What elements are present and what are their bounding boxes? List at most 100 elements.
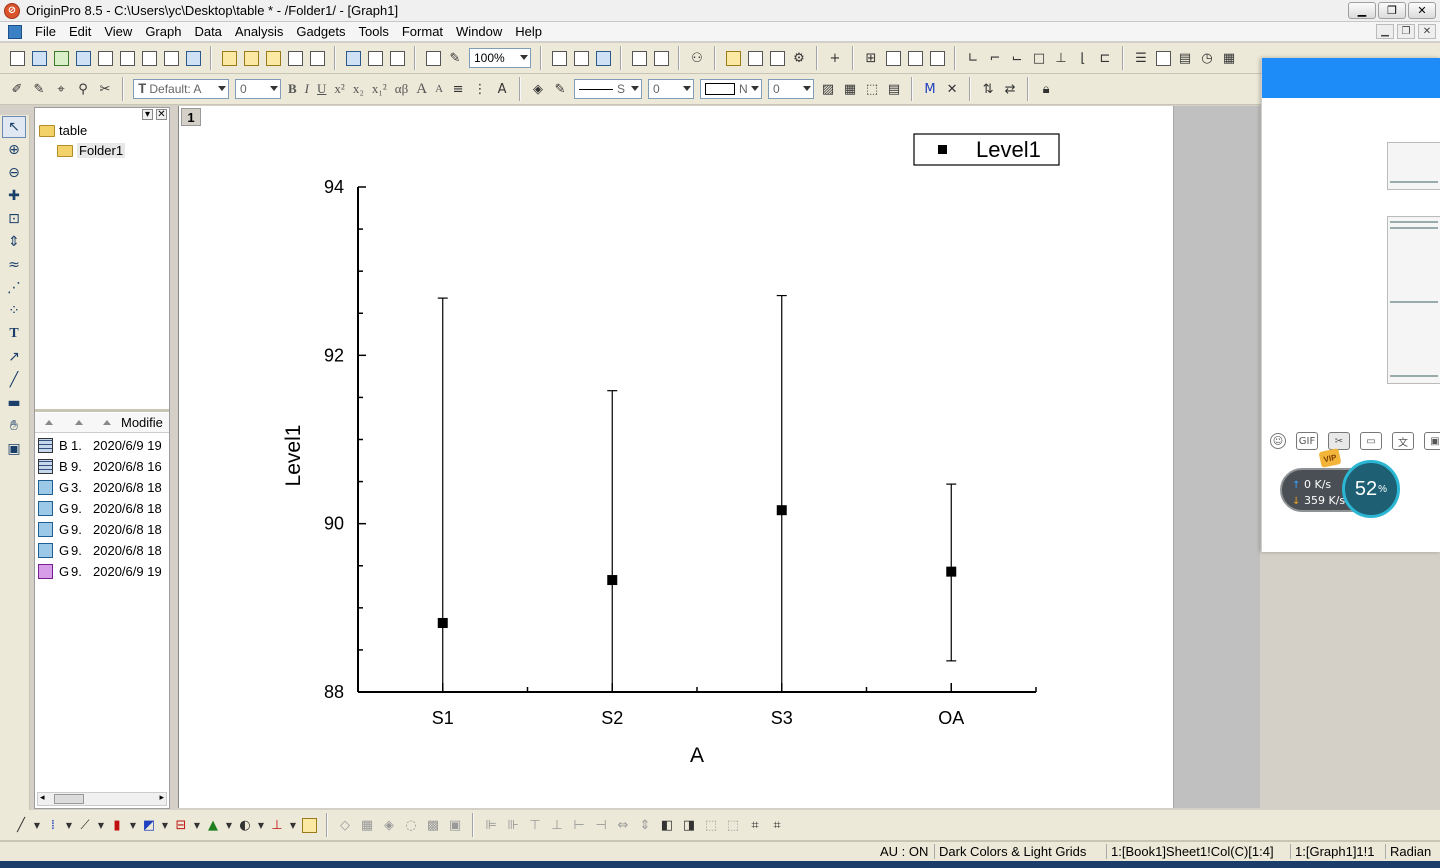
template-library-icon[interactable] <box>298 814 320 836</box>
emoji-icon[interactable]: ☺ <box>1270 433 1286 449</box>
draw-data-icon[interactable]: ✐ <box>6 78 28 100</box>
axis-offset-icon[interactable]: ⌊ <box>1072 47 1094 69</box>
new-script-icon[interactable] <box>182 47 204 69</box>
line-plot-icon[interactable]: ╱ <box>10 814 32 836</box>
merge-graph-icon[interactable] <box>904 47 926 69</box>
menu-gadgets[interactable]: Gadgets <box>291 24 353 39</box>
table-icon[interactable]: ▦ <box>1218 47 1240 69</box>
explorer-close-icon[interactable]: ✕ <box>156 109 167 120</box>
menu-help[interactable]: Help <box>510 24 550 39</box>
screen-reader-tool-icon[interactable]: ⊡ <box>2 208 26 230</box>
file-list-row[interactable]: G 9. 2020/6/9 19 <box>38 561 170 582</box>
font-select[interactable]: 𝐓 Default: A <box>133 79 229 99</box>
subscript-button[interactable]: x₂ <box>349 81 368 97</box>
project-explorer-icon[interactable]: ⚇ <box>686 47 708 69</box>
child-close-button[interactable]: ✕ <box>1418 24 1436 39</box>
menu-graph[interactable]: Graph <box>140 24 189 39</box>
fixed-aspect-icon[interactable]: ⌗ <box>744 814 766 836</box>
recalculate-icon[interactable] <box>422 47 444 69</box>
polar-plot-icon[interactable]: ◐ <box>234 814 256 836</box>
status-theme[interactable]: Dark Colors & Light Grids <box>934 844 1090 859</box>
modified-column-header[interactable]: Modifie <box>121 415 163 430</box>
draw-data-tool-icon[interactable]: ≈ <box>2 254 26 276</box>
thumbnail-2[interactable] <box>1387 216 1440 384</box>
explorer-pin-icon[interactable]: ▾ <box>142 109 153 120</box>
dropdown-arrow-icon[interactable]: ▼ <box>192 814 202 836</box>
unmask-icon[interactable]: ✕ <box>941 78 963 100</box>
line-symbol-plot-icon[interactable]: ⟋ <box>74 814 96 836</box>
new-project-icon[interactable] <box>6 47 28 69</box>
sort-name-icon[interactable] <box>45 420 53 425</box>
open-template-icon[interactable] <box>240 47 262 69</box>
line-width-select[interactable]: 0 <box>648 79 695 99</box>
results-log-icon[interactable] <box>722 47 744 69</box>
arrow-tool-icon[interactable]: ↗ <box>2 346 26 368</box>
bold-button[interactable]: B <box>284 81 301 97</box>
move-data-icon[interactable]: ⇅ <box>977 78 999 100</box>
new-excel-icon[interactable] <box>50 47 72 69</box>
file-list-row[interactable]: G 3. 2020/6/8 18 <box>38 477 170 498</box>
font-size-select[interactable]: 0 <box>235 79 281 99</box>
data-reader-tool-icon[interactable]: ✚ <box>2 185 26 207</box>
batch-icon[interactable]: ✎ <box>444 47 466 69</box>
date-time-icon[interactable]: ◷ <box>1196 47 1218 69</box>
import-wizard-icon[interactable] <box>342 47 364 69</box>
copy-page-icon[interactable] <box>570 47 592 69</box>
menu-view[interactable]: View <box>99 24 140 39</box>
line-tool-icon[interactable]: ╱ <box>2 369 26 391</box>
scroll-left-icon[interactable]: ◂ <box>40 793 45 803</box>
insert-graph-icon[interactable]: ▣ <box>2 438 26 460</box>
column-plot-icon[interactable]: ▮ <box>106 814 128 836</box>
status-angle[interactable]: Radian <box>1385 844 1435 859</box>
child-restore-button[interactable]: ❐ <box>1397 24 1415 39</box>
dropdown-arrow-icon[interactable]: ▼ <box>256 814 266 836</box>
decrease-font-button[interactable]: A <box>431 83 447 95</box>
menu-tools[interactable]: Tools <box>354 24 397 39</box>
save-icon[interactable] <box>284 47 306 69</box>
contour-plot-icon[interactable]: ▲ <box>202 814 224 836</box>
translate-icon[interactable]: 文 <box>1392 432 1414 450</box>
file-list-row[interactable]: G 9. 2020/6/8 18 <box>38 540 170 561</box>
code-builder-icon[interactable] <box>628 47 650 69</box>
folder-open-icon[interactable]: ▭ <box>1360 432 1382 450</box>
menu-window[interactable]: Window <box>451 24 510 39</box>
notes-window-icon[interactable] <box>766 47 788 69</box>
supersubscript-button[interactable]: x₁² <box>368 81 391 97</box>
axis-cross-icon[interactable]: ⊥ <box>1050 47 1072 69</box>
italic-button[interactable]: I <box>301 81 313 97</box>
new-layout-icon[interactable] <box>138 47 160 69</box>
scissors-icon[interactable]: ✂ <box>1328 432 1350 450</box>
resize-layer-icon[interactable]: ⌗ <box>766 814 788 836</box>
file-list-row[interactable]: B 9. 2020/6/8 16 <box>38 456 170 477</box>
import-multiple-ascii-icon[interactable] <box>386 47 408 69</box>
align-left-icon[interactable]: ≡ <box>447 78 469 100</box>
dropdown-arrow-icon[interactable]: ▼ <box>224 814 234 836</box>
mask-points-icon[interactable]: ⁘ <box>2 300 26 322</box>
axis-bottom-icon[interactable]: ∟ <box>962 47 984 69</box>
restore-button[interactable]: ❐ <box>1378 2 1406 19</box>
new-workbook-icon[interactable] <box>28 47 50 69</box>
stock-plot-icon[interactable]: ⊥ <box>266 814 288 836</box>
add-layer-icon[interactable]: + <box>824 47 846 69</box>
region-tool-icon[interactable]: ⋰ <box>2 277 26 299</box>
scrollbar-thumb[interactable] <box>54 794 84 804</box>
data-selector-icon[interactable]: ⚲ <box>72 78 94 100</box>
sort-modified-icon[interactable] <box>103 420 111 425</box>
dropdown-arrow-icon[interactable]: ▼ <box>288 814 298 836</box>
box-chart-icon[interactable]: ⊟ <box>170 814 192 836</box>
file-list-row[interactable]: G 9. 2020/6/8 18 <box>38 498 170 519</box>
pattern-width-select[interactable]: 0 <box>768 79 815 99</box>
script-window-icon[interactable] <box>650 47 672 69</box>
file-list-row[interactable]: B 1. 2020/6/9 19 <box>38 435 170 456</box>
chart[interactable]: 88 90 92 94 S1 S2 S3 OA A Level1 Level1 <box>179 106 1174 808</box>
zoom-select[interactable]: 100% <box>469 48 531 68</box>
back-icon[interactable]: ◨ <box>678 814 700 836</box>
rectangle-tool-icon[interactable]: ▬ <box>2 392 26 414</box>
area-plot-icon[interactable]: ◩ <box>138 814 160 836</box>
increase-font-button[interactable]: A <box>412 81 431 98</box>
print-icon[interactable] <box>548 47 570 69</box>
new-matrix-icon[interactable] <box>94 47 116 69</box>
export-page-icon[interactable] <box>592 47 614 69</box>
underline-button[interactable]: U <box>313 81 330 97</box>
dropdown-arrow-icon[interactable]: ▼ <box>160 814 170 836</box>
